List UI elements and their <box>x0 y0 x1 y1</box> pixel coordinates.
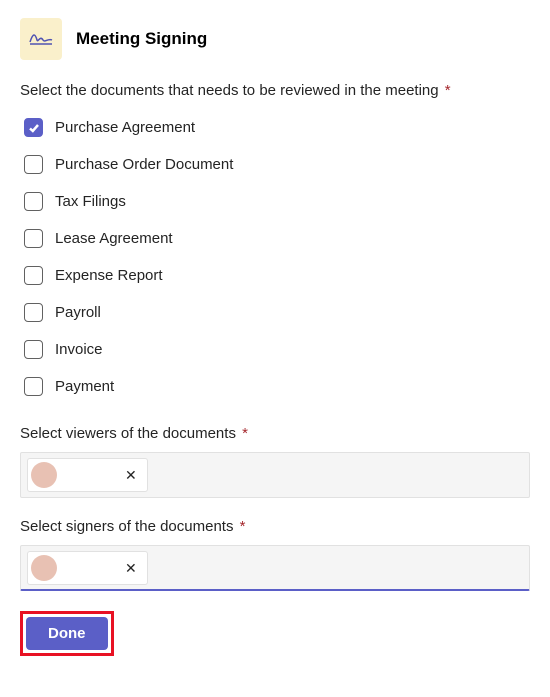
signers-people-picker[interactable]: ✕ <box>20 545 530 591</box>
checkbox-item[interactable]: Lease Agreement <box>20 220 530 257</box>
checkbox-label: Invoice <box>55 341 103 358</box>
header: Meeting Signing <box>20 18 530 60</box>
done-button[interactable]: Done <box>26 617 108 650</box>
signature-icon <box>29 32 53 46</box>
documents-label-text: Select the documents that needs to be re… <box>20 82 439 99</box>
done-highlight-box: Done <box>20 611 114 656</box>
checkbox-label: Lease Agreement <box>55 230 173 247</box>
form-container: Meeting Signing Select the documents tha… <box>0 0 550 697</box>
viewers-field-label: Select viewers of the documents * <box>20 425 530 442</box>
checkbox-input[interactable] <box>24 303 43 322</box>
app-title: Meeting Signing <box>76 29 207 49</box>
person-chip: ✕ <box>27 458 148 492</box>
checkbox-label: Expense Report <box>55 267 163 284</box>
checkbox-item[interactable]: Purchase Order Document <box>20 146 530 183</box>
checkbox-input[interactable] <box>24 340 43 359</box>
app-icon <box>20 18 62 60</box>
signers-field-label: Select signers of the documents * <box>20 518 530 535</box>
avatar <box>31 555 57 581</box>
checkbox-label: Tax Filings <box>55 193 126 210</box>
avatar <box>31 462 57 488</box>
required-indicator: * <box>240 518 246 535</box>
checkbox-item[interactable]: Payroll <box>20 294 530 331</box>
checkbox-item[interactable]: Tax Filings <box>20 183 530 220</box>
checkbox-input[interactable] <box>24 229 43 248</box>
checkbox-input[interactable] <box>24 266 43 285</box>
checkbox-input[interactable] <box>24 118 43 137</box>
checkbox-item[interactable]: Invoice <box>20 331 530 368</box>
documents-checklist: Purchase Agreement Purchase Order Docume… <box>20 109 530 405</box>
required-indicator: * <box>242 425 248 442</box>
checkbox-item[interactable]: Expense Report <box>20 257 530 294</box>
checkbox-item[interactable]: Payment <box>20 368 530 405</box>
chip-remove-button[interactable]: ✕ <box>123 559 139 577</box>
checkbox-input[interactable] <box>24 155 43 174</box>
viewers-people-picker[interactable]: ✕ <box>20 452 530 498</box>
chip-remove-button[interactable]: ✕ <box>123 466 139 484</box>
checkbox-input[interactable] <box>24 377 43 396</box>
checkbox-label: Payroll <box>55 304 101 321</box>
documents-field-label: Select the documents that needs to be re… <box>20 82 530 99</box>
required-indicator: * <box>445 82 451 99</box>
checkbox-label: Purchase Agreement <box>55 119 195 136</box>
signers-label-text: Select signers of the documents <box>20 518 233 535</box>
person-chip: ✕ <box>27 551 148 585</box>
checkbox-label: Purchase Order Document <box>55 156 233 173</box>
checkbox-label: Payment <box>55 378 114 395</box>
checkmark-icon <box>28 122 40 134</box>
checkbox-input[interactable] <box>24 192 43 211</box>
viewers-label-text: Select viewers of the documents <box>20 425 236 442</box>
checkbox-item[interactable]: Purchase Agreement <box>20 109 530 146</box>
